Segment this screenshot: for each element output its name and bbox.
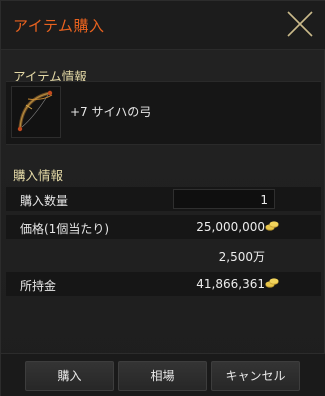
quantity-label: 購入数量 xyxy=(20,194,69,208)
bow-icon xyxy=(17,90,53,132)
silver-coins-icon xyxy=(265,278,279,288)
item-name: +7 サイハの弓 xyxy=(70,105,152,119)
window-title: アイテム購入 xyxy=(13,17,105,35)
silver-coins-icon xyxy=(265,221,279,231)
purchase-window: アイテム購入 アイテム情報 +7 サイハの弓 購入情報 購入数量 1 価格(1個… xyxy=(0,0,325,396)
close-icon xyxy=(287,11,313,37)
buy-button[interactable]: 購入 xyxy=(25,361,114,391)
close-button[interactable] xyxy=(283,7,317,41)
market-price-button[interactable]: 相場 xyxy=(118,361,207,391)
window-header: アイテム購入 xyxy=(1,1,325,50)
money-row: 所持金 41,866,361 xyxy=(6,272,321,296)
item-slot[interactable] xyxy=(11,86,61,138)
quantity-row: 購入数量 xyxy=(6,187,321,211)
price-label: 価格(1個当たり) xyxy=(20,222,109,236)
button-bar: 購入 相場 キャンセル xyxy=(1,353,325,396)
cancel-button[interactable]: キャンセル xyxy=(211,361,300,391)
price-value: 25,000,000 xyxy=(196,220,265,234)
item-info-panel: +7 サイハの弓 xyxy=(6,81,321,145)
money-value: 41,866,361 xyxy=(196,277,265,291)
quantity-input[interactable] xyxy=(173,189,275,209)
money-label: 所持金 xyxy=(20,279,57,293)
purchase-info-label: 購入情報 xyxy=(13,168,64,183)
price-abbrev-row: 2,500万 xyxy=(6,243,321,267)
price-abbrev: 2,500万 xyxy=(218,250,265,264)
price-row: 価格(1個当たり) 25,000,000 xyxy=(6,215,321,239)
